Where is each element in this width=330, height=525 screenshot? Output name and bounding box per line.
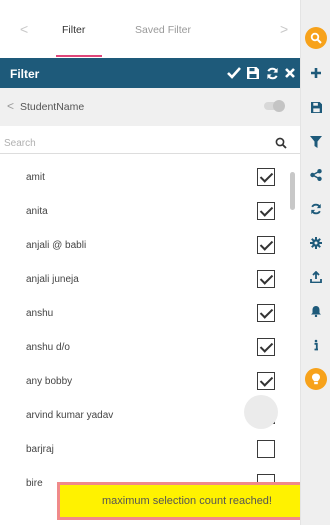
- list-item-label: barjraj: [26, 444, 54, 455]
- list-item-label: anita: [26, 206, 48, 217]
- list-item[interactable]: anjali @ babli: [0, 228, 290, 262]
- tab-strip: < Filter Saved Filter >: [0, 0, 300, 58]
- list-item-label: any bobby: [26, 376, 73, 387]
- tab-prev-arrow[interactable]: <: [20, 22, 28, 36]
- list-item[interactable]: anita: [0, 194, 290, 228]
- tab-saved-filter[interactable]: Saved Filter: [135, 24, 191, 36]
- list-item-label: amit: [26, 172, 45, 183]
- list-item-checkbox[interactable]: [257, 304, 275, 322]
- search-icon[interactable]: [305, 27, 327, 49]
- drag-ghost: [244, 395, 278, 429]
- tab-filter[interactable]: Filter: [62, 24, 85, 36]
- list-item[interactable]: anshu: [0, 296, 290, 330]
- app: < Filter Saved Filter > Filter < Student…: [0, 0, 330, 525]
- list-item-label: anshu: [26, 308, 54, 319]
- refresh-icon[interactable]: [305, 198, 327, 220]
- settings-icon[interactable]: [305, 232, 327, 254]
- toggle-knob: [273, 100, 285, 112]
- filter-panel: < Filter Saved Filter > Filter < Student…: [0, 0, 317, 525]
- toast-message: maximum selection count reached!: [102, 495, 272, 507]
- save-icon[interactable]: [245, 64, 261, 82]
- list-item-checkbox[interactable]: [257, 338, 275, 356]
- save-icon[interactable]: [305, 96, 327, 118]
- value-list: amit anita anjali @ babli anjali juneja …: [0, 160, 300, 492]
- list-item[interactable]: barjraj: [0, 432, 290, 466]
- field-back-arrow[interactable]: <: [7, 99, 14, 113]
- list-item[interactable]: amit: [0, 160, 290, 194]
- scrollbar-thumb[interactable]: [290, 172, 295, 210]
- active-tab-indicator: [56, 55, 102, 57]
- list-item[interactable]: any bobby: [0, 364, 290, 398]
- toast-notification: maximum selection count reached!: [57, 482, 317, 520]
- lightbulb-icon[interactable]: [305, 368, 327, 390]
- right-toolbar: [300, 0, 330, 525]
- list-item-checkbox[interactable]: [257, 168, 275, 186]
- check-icon[interactable]: [226, 64, 242, 82]
- export-icon[interactable]: [305, 266, 327, 288]
- tab-next-arrow[interactable]: >: [280, 22, 288, 36]
- list-item-label: anshu d/o: [26, 342, 70, 353]
- list-item-checkbox[interactable]: [257, 236, 275, 254]
- list-item[interactable]: anshu d/o: [0, 330, 290, 364]
- list-item[interactable]: anjali juneja: [0, 262, 290, 296]
- list-item-label: anjali juneja: [26, 274, 79, 285]
- field-name: StudentName: [20, 101, 85, 113]
- share-icon[interactable]: [305, 164, 327, 186]
- list-item-checkbox[interactable]: [257, 270, 275, 288]
- bell-icon[interactable]: [305, 300, 327, 322]
- filter-header-bar: Filter: [0, 58, 300, 88]
- filter-icon[interactable]: [305, 131, 327, 153]
- close-icon[interactable]: [282, 64, 298, 82]
- list-item-label: bire: [26, 478, 43, 489]
- search-input[interactable]: [4, 134, 264, 152]
- list-item-label: arvind kumar yadav: [26, 410, 114, 421]
- plus-icon[interactable]: [305, 62, 327, 84]
- list-item-label: anjali @ babli: [26, 240, 87, 251]
- field-toggle[interactable]: [264, 100, 285, 112]
- search-icon[interactable]: [275, 137, 287, 149]
- refresh-icon[interactable]: [264, 64, 280, 82]
- list-item-checkbox[interactable]: [257, 440, 275, 458]
- filter-title: Filter: [10, 67, 40, 81]
- list-item-checkbox[interactable]: [257, 372, 275, 390]
- list-item-checkbox[interactable]: [257, 202, 275, 220]
- search-row: [0, 132, 300, 154]
- info-icon[interactable]: [305, 334, 327, 356]
- field-selector[interactable]: < StudentName: [0, 88, 300, 126]
